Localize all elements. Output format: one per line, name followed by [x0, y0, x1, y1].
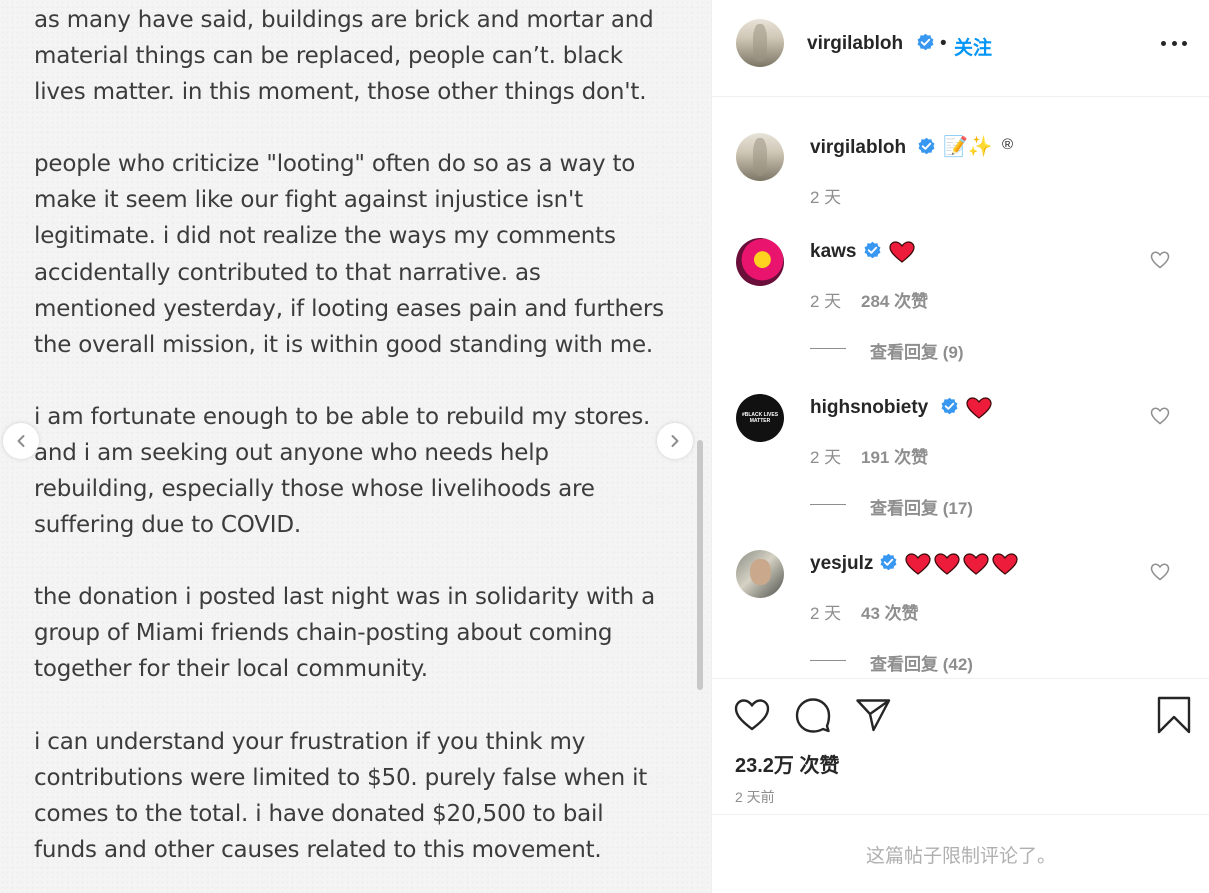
paragraph: as many have said, buildings are brick a…: [34, 2, 684, 110]
verified-badge-icon: [941, 397, 958, 415]
text-line: comes to the total. i have donated $20,5…: [34, 800, 604, 827]
post-actions: 23.2万 次赞 2 天前: [712, 678, 1209, 814]
comments-limited-notice: 这篇帖子限制评论了。: [712, 814, 1209, 893]
paragraph: i am fortunate enough to be able to rebu…: [34, 399, 684, 543]
like-comment-heart-icon[interactable]: [1150, 250, 1170, 270]
comment-username[interactable]: yesjulz: [810, 553, 873, 575]
red-heart-icon: [966, 397, 992, 419]
text-line: and i am seeking out anyone who needs he…: [34, 439, 549, 466]
comment-like-count[interactable]: 191 次赞: [861, 443, 928, 468]
red-heart-icon: [905, 553, 931, 575]
replies-divider: [810, 504, 846, 505]
registered-mark: ®: [1002, 136, 1014, 153]
text-line: i am fortunate enough to be able to rebu…: [34, 403, 651, 430]
red-heart-icon: [992, 553, 1018, 575]
comment-time[interactable]: 2 天: [810, 287, 841, 312]
share-paper-plane-icon[interactable]: [854, 696, 892, 734]
text-line: i can understand your frustration if you…: [34, 728, 586, 755]
replies-divider: [810, 348, 846, 349]
text-line: the donation i posted last night was in …: [34, 584, 656, 611]
caption-username[interactable]: virgilabloh: [810, 137, 906, 159]
avatar-text: #BLACK LIVES MATTER: [741, 412, 779, 424]
avatar[interactable]: [736, 238, 784, 286]
more-dot-icon: [1171, 40, 1177, 46]
like-heart-icon[interactable]: [733, 696, 771, 734]
comment-time[interactable]: 2 天: [810, 599, 841, 624]
replies-divider: [810, 660, 846, 661]
verified-badge-icon: [864, 241, 881, 259]
next-slide-button[interactable]: [657, 423, 693, 459]
text-line: the overall mission, it is within good s…: [34, 331, 654, 358]
paragraph: people who criticize "looting" often do …: [34, 146, 684, 363]
more-options-button[interactable]: [1161, 33, 1187, 53]
verified-badge-icon: [880, 553, 897, 571]
image-scrollbar[interactable]: [697, 440, 703, 690]
post-side-panel: virgilabloh • 关注 virgilabloh 📝✨ ® 2 天 ka…: [711, 0, 1209, 893]
comment-time[interactable]: 2 天: [810, 443, 841, 468]
text-line: legitimate. i did not realize the ways m…: [34, 223, 616, 250]
view-replies-button[interactable]: 查看回复 (42): [870, 650, 973, 675]
separator-dot: •: [940, 33, 947, 54]
like-comment-heart-icon[interactable]: [1150, 562, 1170, 582]
view-replies-button[interactable]: 查看回复 (9): [870, 338, 964, 363]
comment-like-count[interactable]: 284 次赞: [861, 287, 928, 312]
comment-bubble-icon[interactable]: [794, 696, 832, 734]
text-line: people who criticize "looting" often do …: [34, 151, 636, 178]
avatar[interactable]: #BLACK LIVES MATTER: [736, 394, 784, 442]
verified-badge-icon: [917, 33, 934, 51]
previous-slide-button[interactable]: [3, 423, 39, 459]
comment-like-count[interactable]: 43 次赞: [861, 599, 919, 624]
more-dot-icon: [1182, 40, 1187, 46]
text-line: suffering due to COVID.: [34, 512, 301, 539]
red-heart-icon: [889, 241, 915, 263]
post-image: as many have said, buildings are brick a…: [0, 0, 711, 893]
avatar[interactable]: [736, 550, 784, 598]
text-line: group of Miami friends chain-posting abo…: [34, 620, 613, 647]
text-line: make it seem like our fight against inju…: [34, 187, 583, 214]
avatar[interactable]: [736, 19, 784, 67]
chevron-right-icon: [671, 435, 679, 447]
text-line: lives matter. in this moment, those othe…: [34, 79, 647, 106]
post-image-text: as many have said, buildings are brick a…: [34, 2, 684, 893]
paragraph: i can understand your frustration if you…: [34, 724, 684, 868]
verified-badge-icon: [918, 137, 935, 155]
avatar[interactable]: [736, 133, 784, 181]
post-timestamp[interactable]: 2 天前: [735, 787, 775, 807]
comment-username[interactable]: kaws: [810, 241, 856, 263]
caption-emoji: 📝✨: [943, 136, 993, 158]
text-line: as many have said, buildings are brick a…: [34, 7, 654, 33]
post-header: virgilabloh • 关注: [712, 0, 1209, 97]
text-line: mentioned yesterday, if looting eases pa…: [34, 295, 664, 322]
red-heart-icon: [934, 553, 960, 575]
chevron-left-icon: [17, 435, 25, 447]
text-line: accidentally contributed to that narrati…: [34, 259, 541, 286]
more-dot-icon: [1161, 40, 1166, 46]
paragraph: the donation i posted last night was in …: [34, 579, 684, 687]
text-line: funds and other causes related to this m…: [34, 836, 602, 863]
author-username[interactable]: virgilabloh: [807, 33, 903, 55]
text-line: contributions were limited to $50. purel…: [34, 764, 648, 791]
like-comment-heart-icon[interactable]: [1150, 406, 1170, 426]
text-line: material things can be replaced, people …: [34, 43, 623, 70]
comment-username[interactable]: highsnobiety: [810, 397, 928, 419]
text-line: together for their local community.: [34, 656, 428, 683]
caption-time[interactable]: 2 天: [810, 183, 841, 208]
save-bookmark-icon[interactable]: [1155, 696, 1193, 734]
comments-list[interactable]: virgilabloh 📝✨ ® 2 天 kaws 2 天 284 次赞 查看回…: [712, 98, 1209, 678]
red-heart-icon: [963, 553, 989, 575]
post-like-count[interactable]: 23.2万 次赞: [735, 749, 839, 778]
follow-button[interactable]: 关注: [954, 33, 992, 60]
text-line: rebuilding, especially those whose livel…: [34, 476, 595, 503]
view-replies-button[interactable]: 查看回复 (17): [870, 494, 973, 519]
